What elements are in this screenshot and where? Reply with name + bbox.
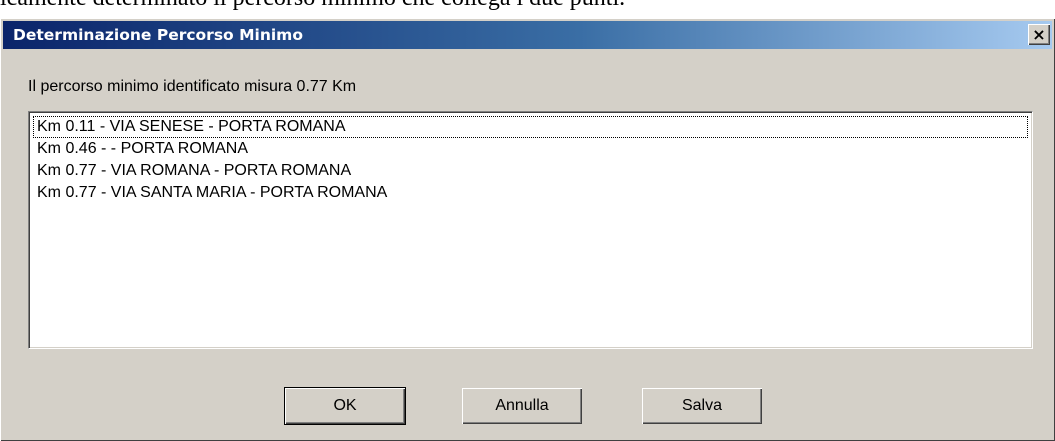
save-button[interactable]: Salva (642, 388, 762, 424)
cancel-button[interactable]: Annulla (462, 388, 582, 424)
background-document-text: icamente determinato il percorso minimo … (0, 0, 1055, 10)
route-length-message: Il percorso minimo identificato misura 0… (28, 78, 357, 95)
ok-button[interactable]: OK (284, 387, 406, 425)
dialog-title: Determinazione Percorso Minimo (13, 26, 303, 44)
route-list-item[interactable]: Km 0.11 - VIA SENESE - PORTA ROMANA (33, 116, 1028, 138)
route-list-item[interactable]: Km 0.46 - - PORTA ROMANA (33, 138, 1028, 160)
dialog-titlebar[interactable]: Determinazione Percorso Minimo × (3, 21, 1052, 49)
route-dialog: Determinazione Percorso Minimo × Il perc… (0, 18, 1055, 441)
route-list-item[interactable]: Km 0.77 - VIA ROMANA - PORTA ROMANA (33, 160, 1028, 182)
route-listbox[interactable]: Km 0.11 - VIA SENESE - PORTA ROMANA Km 0… (28, 111, 1033, 349)
route-list-item[interactable]: Km 0.77 - VIA SANTA MARIA - PORTA ROMANA (33, 182, 1028, 204)
close-icon[interactable]: × (1028, 24, 1050, 45)
